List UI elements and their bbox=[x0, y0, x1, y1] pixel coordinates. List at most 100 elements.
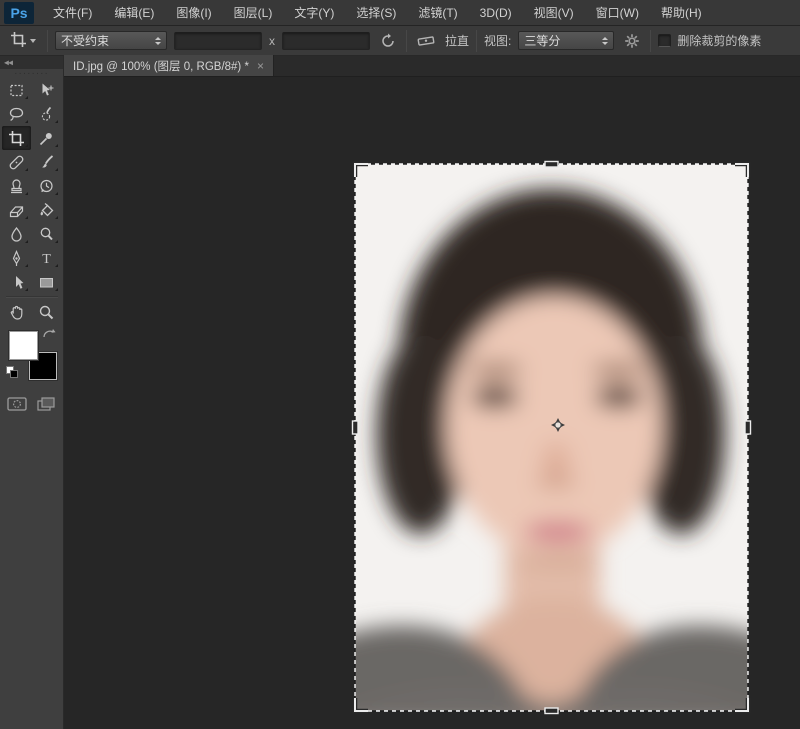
path-selection-tool[interactable] bbox=[2, 270, 31, 294]
menu-3d[interactable]: 3D(D) bbox=[469, 0, 523, 26]
quick-mask-button[interactable] bbox=[7, 396, 27, 415]
menu-bar: Ps 文件(F) 编辑(E) 图像(I) 图层(L) 文字(Y) 选择(S) 滤… bbox=[0, 0, 800, 26]
document-image[interactable] bbox=[355, 164, 748, 711]
tool-grid: T bbox=[0, 78, 63, 324]
options-bar: 不受约束 x 拉直 视图: 三等分 删除裁剪的像素 bbox=[0, 26, 800, 56]
menu-file[interactable]: 文件(F) bbox=[42, 0, 103, 26]
brush-tool[interactable] bbox=[32, 150, 61, 174]
close-icon[interactable]: × bbox=[257, 60, 264, 72]
eraser-tool[interactable] bbox=[2, 198, 31, 222]
delete-cropped-pixels-option[interactable]: 删除裁剪的像素 bbox=[658, 32, 761, 49]
dimension-separator: x bbox=[269, 34, 275, 48]
divider bbox=[47, 30, 48, 52]
type-icon: T bbox=[38, 250, 55, 267]
chevron-down-icon bbox=[30, 39, 36, 43]
history-brush-tool[interactable] bbox=[32, 174, 61, 198]
document-tab[interactable]: ID.jpg @ 100% (图层 0, RGB/8#) * × bbox=[64, 55, 274, 76]
panel-collapse-button[interactable]: ◀◀ bbox=[0, 56, 63, 69]
dodge-icon bbox=[38, 226, 55, 243]
rectangle-shape-icon bbox=[38, 274, 55, 291]
delete-cropped-pixels-checkbox[interactable] bbox=[658, 34, 671, 47]
rotate-arrows-icon bbox=[380, 33, 396, 49]
crop-tool[interactable] bbox=[2, 126, 31, 150]
document-tab-title: ID.jpg @ 100% (图层 0, RGB/8#) * bbox=[73, 58, 249, 74]
menu-select[interactable]: 选择(S) bbox=[345, 0, 407, 26]
crop-ratio-preset-value: 不受约束 bbox=[61, 32, 109, 49]
history-brush-icon bbox=[38, 178, 55, 195]
lasso-tool[interactable] bbox=[2, 102, 31, 126]
eyedropper-tool[interactable] bbox=[32, 126, 61, 150]
menu-type[interactable]: 文字(Y) bbox=[283, 0, 345, 26]
panel-drag-grip[interactable]: ········ bbox=[0, 69, 63, 78]
type-tool[interactable]: T bbox=[32, 246, 61, 270]
spot-healing-brush-tool[interactable] bbox=[2, 150, 31, 174]
move-tool[interactable] bbox=[32, 78, 61, 102]
swap-dimensions-button[interactable] bbox=[377, 31, 399, 51]
current-tool-badge[interactable] bbox=[6, 29, 40, 53]
divider bbox=[650, 30, 651, 52]
blur-tool[interactable] bbox=[2, 222, 31, 246]
swap-colors-icon[interactable] bbox=[42, 328, 57, 344]
move-arrow-icon bbox=[38, 82, 55, 99]
paint-bucket-icon bbox=[38, 202, 55, 219]
crop-tool-icon bbox=[10, 31, 27, 51]
menu-image[interactable]: 图像(I) bbox=[165, 0, 222, 26]
lasso-icon bbox=[8, 106, 25, 123]
crop-view-dropdown[interactable]: 三等分 bbox=[518, 31, 614, 50]
rectangular-marquee-tool[interactable] bbox=[2, 78, 31, 102]
screen-mode-button[interactable] bbox=[36, 396, 56, 415]
level-icon bbox=[417, 34, 435, 48]
straighten-label[interactable]: 拉直 bbox=[445, 32, 469, 49]
default-colors-icon[interactable] bbox=[6, 366, 19, 379]
crop-height-input[interactable] bbox=[282, 32, 370, 50]
clone-stamp-tool[interactable] bbox=[2, 174, 31, 198]
panel-mode-buttons bbox=[0, 390, 63, 415]
delete-cropped-pixels-label: 删除裁剪的像素 bbox=[677, 32, 761, 49]
crop-view-value: 三等分 bbox=[524, 32, 560, 49]
zoom-tool[interactable] bbox=[32, 300, 61, 324]
svg-text:T: T bbox=[42, 252, 51, 267]
menu-filter[interactable]: 滤镜(T) bbox=[407, 0, 468, 26]
pen-nib-icon bbox=[8, 250, 25, 267]
dodge-tool[interactable] bbox=[32, 222, 61, 246]
water-drop-icon bbox=[8, 226, 25, 243]
double-arrow-collapse-icon: ◀◀ bbox=[4, 59, 12, 67]
foreground-color-swatch[interactable] bbox=[9, 331, 38, 360]
tools-panel: ◀◀ ········ bbox=[0, 56, 64, 729]
rectangle-tool[interactable] bbox=[32, 270, 61, 294]
hand-icon bbox=[8, 304, 25, 321]
eraser-icon bbox=[8, 202, 25, 219]
selection-arrow-icon bbox=[8, 274, 25, 291]
updown-arrows-icon bbox=[155, 37, 161, 45]
canvas-area[interactable] bbox=[64, 77, 800, 729]
menu-edit[interactable]: 编辑(E) bbox=[103, 0, 165, 26]
menu-help[interactable]: 帮助(H) bbox=[650, 0, 713, 26]
quick-selection-icon bbox=[38, 106, 55, 123]
straighten-button[interactable] bbox=[414, 32, 438, 50]
divider bbox=[476, 30, 477, 52]
crop-icon bbox=[8, 130, 25, 147]
pen-tool[interactable] bbox=[2, 246, 31, 270]
stamp-icon bbox=[8, 178, 25, 195]
divider bbox=[406, 30, 407, 52]
menu-view[interactable]: 视图(V) bbox=[523, 0, 585, 26]
quick-selection-tool[interactable] bbox=[32, 102, 61, 126]
hand-tool[interactable] bbox=[2, 300, 31, 324]
crop-options-button[interactable] bbox=[621, 31, 643, 51]
bandage-icon bbox=[8, 154, 25, 171]
crop-ratio-preset-dropdown[interactable]: 不受约束 bbox=[55, 31, 167, 50]
marquee-icon bbox=[8, 82, 25, 99]
crop-width-input[interactable] bbox=[174, 32, 262, 50]
brush-icon bbox=[38, 154, 55, 171]
updown-arrows-icon bbox=[602, 37, 608, 45]
document-tab-bar: ID.jpg @ 100% (图层 0, RGB/8#) * × bbox=[64, 56, 800, 77]
magnifier-icon bbox=[38, 304, 55, 321]
paint-bucket-tool[interactable] bbox=[32, 198, 61, 222]
menu-layer[interactable]: 图层(L) bbox=[223, 0, 284, 26]
photoshop-logo: Ps bbox=[4, 2, 34, 24]
menu-window[interactable]: 窗口(W) bbox=[585, 0, 650, 26]
eyedropper-icon bbox=[38, 130, 55, 147]
view-label: 视图: bbox=[484, 32, 511, 49]
gear-icon bbox=[624, 33, 640, 49]
color-swatches bbox=[2, 328, 62, 390]
